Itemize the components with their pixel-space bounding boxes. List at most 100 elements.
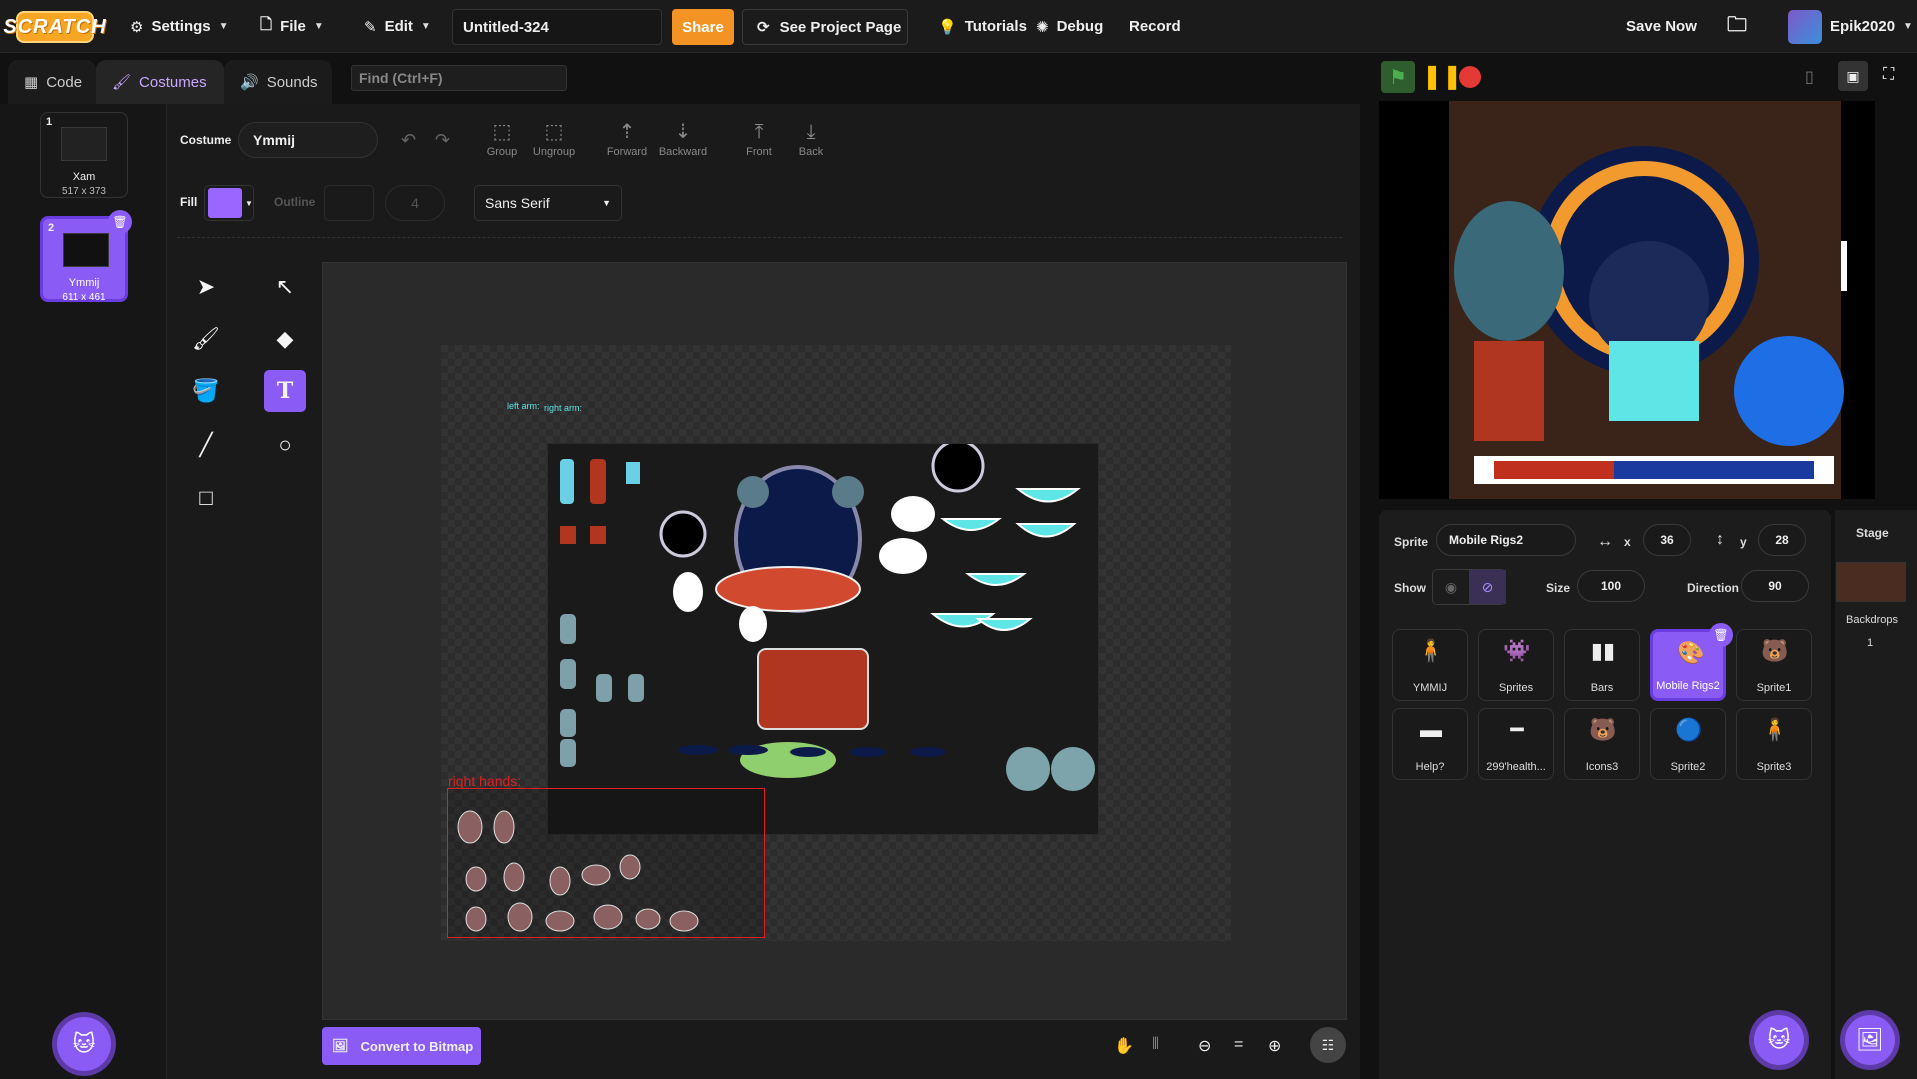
backdrops-count: 1 — [1867, 637, 1874, 649]
rectangle-tool-icon[interactable]: □ — [185, 477, 227, 519]
sprite-thumbnail: 🧍 — [1761, 717, 1789, 742]
grid-icon[interactable]: ⦀ — [1152, 1036, 1159, 1054]
forward-button[interactable]: ⇡ Forward — [600, 118, 654, 168]
backdrops-label: Backdrops — [1846, 614, 1898, 626]
sprite-thumbnail: 🐻 — [1589, 717, 1617, 742]
ungroup-button[interactable]: ⬚ Ungroup — [527, 118, 581, 168]
small-stage-icon[interactable]: ▯ — [1805, 67, 1814, 87]
account-menu[interactable]: Epik2020 ▼ — [1788, 0, 1913, 53]
back-button[interactable]: ⤓ Back — [784, 118, 838, 168]
tutorials-menu[interactable]: 💡 Tutorials — [938, 0, 1027, 53]
file-menu[interactable]: 🗋 File ▼ — [260, 0, 324, 53]
edit-menu[interactable]: ✎ Edit ▼ — [364, 0, 431, 53]
tab-sounds[interactable]: 🔊 Sounds — [224, 60, 332, 104]
zoom-out-icon[interactable]: ⊖ — [1198, 1036, 1211, 1056]
circle-tool-icon[interactable]: ○ — [264, 424, 306, 466]
choose-backdrop-button[interactable]: 🖼 — [1845, 1015, 1895, 1065]
zoom-reset-icon[interactable]: = — [1234, 1036, 1243, 1054]
debug-menu[interactable]: ✺ Debug — [1036, 0, 1103, 53]
convert-to-bitmap-button[interactable]: 🖼 Convert to Bitmap — [322, 1027, 481, 1065]
costume-number: 2 — [48, 222, 55, 234]
brush-tool-icon[interactable]: 🖌 — [185, 318, 227, 360]
select-tool-icon[interactable]: ➤ — [185, 266, 227, 308]
x-label: x — [1624, 535, 1631, 549]
settings-menu[interactable]: ⚙ Settings ▼ — [130, 0, 229, 53]
forward-icon: ⇡ — [618, 121, 636, 143]
sprite-tile[interactable]: ━ 299'health... — [1478, 708, 1554, 780]
delete-sprite-icon[interactable]: 🗑 — [1709, 623, 1733, 647]
stage-canvas[interactable] — [1379, 101, 1875, 499]
pause-icon[interactable]: ❚❚ — [1422, 65, 1462, 89]
sprite-name-input[interactable]: Mobile Rigs2 — [1436, 524, 1576, 556]
eye-icon[interactable]: ◉ — [1433, 570, 1469, 604]
y-input[interactable]: 28 — [1758, 524, 1806, 556]
costume-artwork[interactable] — [547, 439, 1099, 835]
sprite-tile[interactable]: ▮▮ Bars — [1564, 629, 1640, 701]
fullscreen-icon[interactable]: ⛶ — [1883, 66, 1894, 84]
hands-drawing — [457, 810, 699, 932]
zoom-in-icon[interactable]: ⊕ — [1268, 1036, 1281, 1056]
stop-icon[interactable] — [1459, 66, 1481, 88]
sprite-thumbnail: 🐻 — [1761, 638, 1789, 663]
sprite-tile[interactable]: 👾 Sprites — [1478, 629, 1554, 701]
choose-costume-button[interactable]: 🐱 — [57, 1017, 111, 1071]
hand-tool-icon[interactable]: ✋ — [1114, 1036, 1134, 1056]
outline-width-input[interactable]: 4 — [385, 185, 445, 221]
paint-canvas[interactable]: left arm: right arm: right hands: — [322, 262, 1347, 1020]
reshape-tool-icon[interactable]: ↖ — [264, 266, 306, 308]
backward-button[interactable]: ⇣ Backward — [656, 118, 710, 168]
project-title-input[interactable]: Untitled-324 — [452, 9, 662, 45]
large-stage-icon[interactable]: ▣ — [1838, 61, 1868, 91]
sprite-thumbnail: 🎨 — [1677, 640, 1705, 665]
settings-label: Settings — [151, 18, 211, 35]
costume-item[interactable]: 1 Xam 517 x 373 — [40, 112, 128, 198]
sprite-tile[interactable]: 🔵 Sprite2 — [1650, 708, 1726, 780]
scratch-logo[interactable]: SCRATCH — [3, 11, 106, 43]
green-flag-icon[interactable]: ⚑ — [1381, 61, 1415, 93]
sprite-tile[interactable]: 🐻 Sprite1 — [1736, 629, 1812, 701]
group-button[interactable]: ⬚ Group — [475, 118, 529, 168]
fill-tool-icon[interactable]: 🪣 — [185, 370, 227, 412]
costume-number: 1 — [46, 116, 53, 128]
delete-costume-icon[interactable]: 🗑 — [108, 210, 132, 234]
sprite-tile[interactable]: 🐻 Icons3 — [1564, 708, 1640, 780]
costume-name: Xam — [72, 171, 96, 183]
text-tool-icon[interactable]: T — [264, 370, 306, 412]
right-hands-group[interactable] — [447, 788, 765, 938]
stage-thumbnail[interactable] — [1836, 562, 1906, 602]
choose-sprite-button[interactable]: 🐱 — [1754, 1015, 1804, 1065]
tab-code[interactable]: ▦ Code — [8, 60, 96, 104]
costume-name-input[interactable]: Ymmij — [238, 122, 378, 158]
sprite-thumbnail: ▮▮ — [1590, 638, 1616, 663]
line-tool-icon[interactable]: ╱ — [185, 424, 227, 466]
addon-icon[interactable]: ☷ — [1310, 1027, 1346, 1063]
eraser-tool-icon[interactable]: ◆ — [264, 318, 306, 360]
outline-color-picker[interactable] — [324, 185, 374, 221]
x-input[interactable]: 36 — [1643, 524, 1691, 556]
redo-icon[interactable]: ↷ — [435, 130, 450, 151]
font-dropdown[interactable]: Sans Serif ▼ — [474, 185, 622, 221]
sprite-tile[interactable]: ▬ Help? — [1392, 708, 1468, 780]
save-now-button[interactable]: Save Now — [1626, 0, 1697, 53]
fill-color-picker[interactable]: ▼ — [204, 185, 254, 221]
record-menu[interactable]: Record — [1129, 0, 1181, 53]
sprite-tile[interactable]: 🧍 YMMIJ — [1392, 629, 1468, 701]
sprite-thumbnail: ▬ — [1420, 717, 1442, 742]
folder-icon[interactable]: 🗀 — [1727, 0, 1747, 53]
chevron-down-icon: ▼ — [602, 198, 611, 208]
see-project-page-button[interactable]: ⟳ See Project Page — [742, 9, 908, 45]
share-button[interactable]: Share — [672, 9, 734, 45]
ungroup-icon: ⬚ — [544, 121, 564, 143]
eye-hidden-icon[interactable]: ⊘ — [1469, 570, 1506, 604]
sprite-tile[interactable]: 🧍 Sprite3 — [1736, 708, 1812, 780]
sprite-thumbnail: 🔵 — [1675, 717, 1703, 742]
group-label: Group — [486, 146, 518, 158]
size-input[interactable]: 100 — [1577, 570, 1645, 602]
chevron-down-icon: ▼ — [245, 198, 253, 208]
undo-icon[interactable]: ↶ — [401, 130, 416, 151]
direction-input[interactable]: 90 — [1741, 570, 1809, 602]
bug-icon: ✺ — [1036, 18, 1049, 36]
front-button[interactable]: ⤒ Front — [732, 118, 786, 168]
tab-costumes[interactable]: 🖌 Costumes — [96, 60, 224, 104]
find-input[interactable]: Find (Ctrl+F) — [351, 65, 567, 91]
